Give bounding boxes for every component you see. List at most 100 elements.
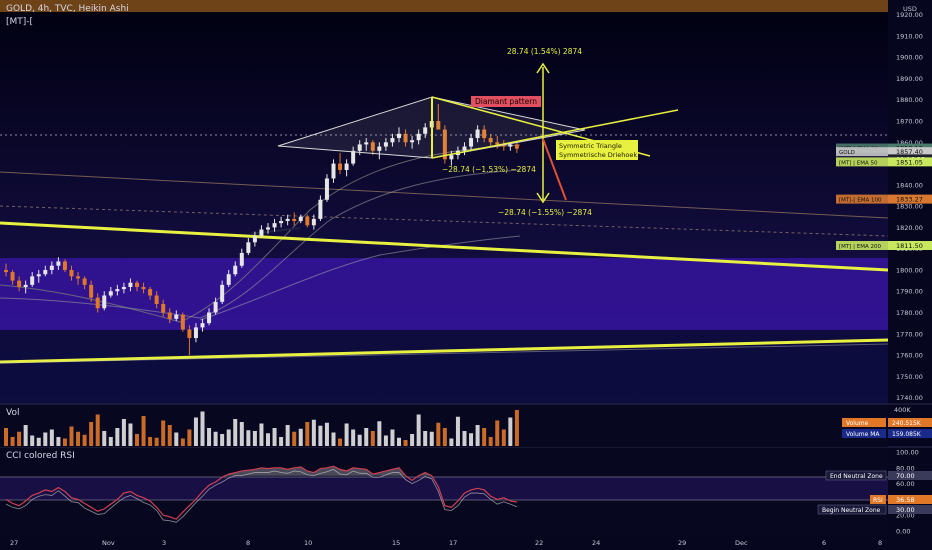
volume-bar bbox=[442, 428, 447, 446]
candle-body bbox=[76, 276, 81, 279]
volume-bar bbox=[449, 438, 454, 446]
price-tick-label: 1880.00 bbox=[896, 96, 923, 104]
volume-bar bbox=[410, 434, 415, 446]
volume-pane-title[interactable]: Vol bbox=[6, 408, 19, 418]
diamond-label: Diamant pattern bbox=[475, 97, 537, 106]
volume-bar bbox=[187, 429, 192, 446]
rsi-tick-label: 0.00 bbox=[896, 528, 910, 536]
volume-value-text: 240.515K bbox=[892, 420, 922, 427]
up-measure-label: 28.74 (1.54%) 2874 bbox=[507, 47, 582, 56]
volume-bar bbox=[108, 437, 113, 446]
candle-body bbox=[324, 178, 329, 200]
volume-bar bbox=[495, 420, 500, 446]
price-badge: [MT] | EMA 50 1851.05 bbox=[836, 157, 932, 167]
candle-body bbox=[514, 144, 519, 149]
volume-bar bbox=[324, 422, 329, 446]
candle-body bbox=[69, 269, 74, 277]
candle-body bbox=[311, 218, 316, 226]
volume-bar bbox=[62, 438, 67, 446]
volume-bar bbox=[429, 431, 434, 446]
candle-body bbox=[135, 282, 139, 287]
time-tick-label: 29 bbox=[678, 539, 686, 547]
candle-body bbox=[141, 286, 146, 290]
candle-body bbox=[174, 314, 179, 319]
chart-canvas[interactable]: 28.74 (1.54%) 2874 −28.74 (−1.53%) −2874… bbox=[0, 0, 932, 550]
candle-body bbox=[266, 227, 270, 230]
candle-body bbox=[23, 284, 28, 287]
volume-bar bbox=[436, 422, 441, 446]
candle-body bbox=[36, 274, 41, 277]
end-zone-name: End Neutral Zone bbox=[830, 473, 883, 480]
volume-bar bbox=[318, 425, 323, 446]
volume-bar bbox=[514, 410, 519, 446]
price-badge-name: [MT] | EMA 50 bbox=[839, 160, 878, 166]
candle-body bbox=[121, 286, 126, 290]
time-tick-label: 15 bbox=[392, 539, 400, 547]
mid-measure-label: −28.74 (−1.53%) −2874 bbox=[442, 165, 536, 174]
price-tick-label: 1900.00 bbox=[896, 54, 923, 62]
candle-body bbox=[115, 289, 120, 292]
volume-bar bbox=[357, 434, 362, 446]
indicator-header[interactable]: [MT]-[ bbox=[6, 17, 33, 27]
volume-bar bbox=[416, 414, 421, 446]
rsi-tick-label: 60.00 bbox=[896, 480, 915, 488]
volume-bar bbox=[43, 432, 48, 446]
symbol-header[interactable]: GOLD, 4h, TVC, Heikin Ashi bbox=[6, 4, 129, 14]
time-tick-label: 17 bbox=[449, 539, 457, 547]
volume-bar bbox=[49, 429, 54, 446]
volume-bar bbox=[403, 440, 408, 446]
support-zone bbox=[0, 258, 888, 330]
volume-bar bbox=[82, 434, 87, 446]
lower-zone bbox=[0, 330, 888, 404]
candle-body bbox=[292, 218, 297, 222]
volume-bar bbox=[180, 438, 185, 446]
candle-body bbox=[259, 229, 264, 236]
candle-body bbox=[128, 282, 133, 287]
triangle-label-1: Symmetric Triangle bbox=[559, 142, 622, 150]
volume-bar bbox=[167, 425, 172, 446]
candle-body bbox=[344, 163, 349, 170]
volume-bar bbox=[148, 437, 153, 446]
volume-bar bbox=[226, 429, 231, 446]
price-tick-label: 1800.00 bbox=[896, 266, 923, 274]
time-tick-label: 8 bbox=[246, 539, 250, 547]
price-tick-label: 1870.00 bbox=[896, 118, 923, 126]
volume-bar bbox=[30, 435, 35, 446]
time-tick-label: 10 bbox=[304, 539, 312, 547]
candle-body bbox=[318, 199, 323, 219]
candle-body bbox=[213, 301, 218, 313]
rsi-pane-title[interactable]: CCI colored RSI bbox=[6, 451, 75, 461]
volume-bar bbox=[390, 429, 395, 446]
volume-bar bbox=[364, 428, 369, 446]
volume-bar bbox=[488, 437, 493, 446]
volume-bar bbox=[207, 428, 212, 446]
volume-bar bbox=[508, 417, 513, 446]
volume-bar bbox=[272, 428, 277, 446]
volume-bar bbox=[397, 437, 401, 446]
time-tick-label: 22 bbox=[535, 539, 543, 547]
volume-bar bbox=[501, 429, 506, 446]
candle-body bbox=[154, 295, 159, 304]
rsi-tick-label: 100.00 bbox=[896, 449, 919, 457]
volume-bar bbox=[383, 435, 388, 446]
price-tick-label: 1780.00 bbox=[896, 309, 923, 317]
volume-bar bbox=[292, 431, 297, 446]
price-tick-label: 1890.00 bbox=[896, 75, 923, 83]
begin-zone-name: Begin Neutral Zone bbox=[822, 507, 881, 514]
price-badge-name: [MT]-[ EMA 100 bbox=[839, 198, 882, 204]
time-tick-label: 6 bbox=[822, 539, 826, 547]
candle-body bbox=[10, 272, 15, 281]
volume-bar bbox=[259, 423, 264, 446]
volume-bar bbox=[351, 429, 356, 446]
volume-bar bbox=[279, 437, 284, 446]
volume-bar bbox=[233, 419, 238, 446]
candle-body bbox=[351, 150, 356, 164]
candle-body bbox=[4, 269, 8, 273]
price-tick-label: 1820.00 bbox=[896, 224, 923, 232]
candle-body bbox=[226, 274, 231, 285]
triangle-label-2: Symmetrische Driehoek bbox=[559, 151, 637, 159]
volume-bar bbox=[475, 425, 480, 446]
volume-bar bbox=[115, 428, 120, 446]
volume-bar bbox=[128, 423, 133, 446]
volume-bar bbox=[36, 437, 41, 446]
